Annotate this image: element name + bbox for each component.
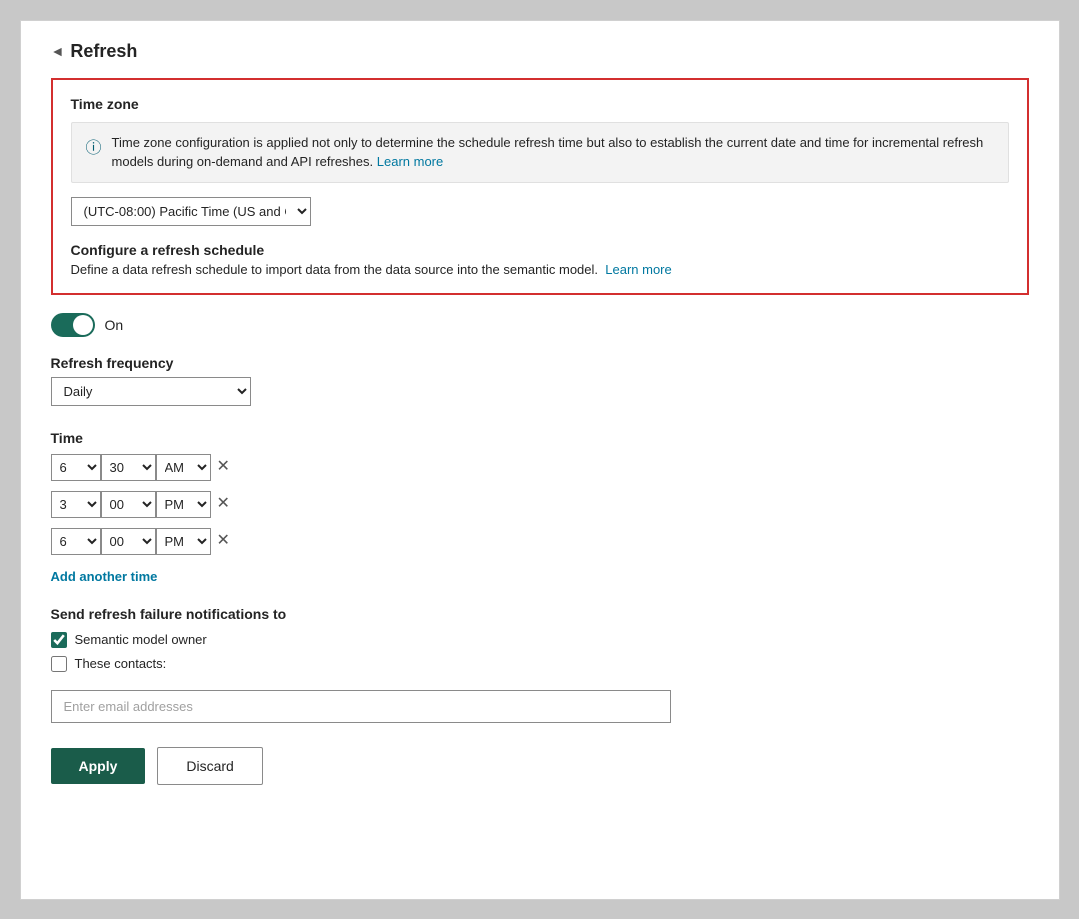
info-text: Time zone configuration is applied not o… — [112, 133, 994, 172]
remove-time-2[interactable]: ✕ — [211, 496, 236, 512]
time-row-1: 612345789101112 30001545 AMPM ✕ — [51, 454, 1029, 481]
collapse-icon[interactable]: ◄ — [51, 43, 65, 59]
button-row: Apply Discard — [51, 747, 1029, 785]
toggle-row: On — [51, 313, 1029, 337]
toggle-switch[interactable] — [51, 313, 95, 337]
checkbox-these-contacts: These contacts: — [51, 656, 1029, 672]
toggle-label: On — [105, 317, 124, 333]
timezone-learn-more-link[interactable]: Learn more — [377, 154, 443, 169]
refresh-panel: ◄ Refresh Time zone ⓘ Time zone configur… — [20, 20, 1060, 900]
page-title: Refresh — [70, 41, 137, 62]
email-input[interactable] — [51, 690, 671, 723]
time-row-3: 612345789101112 00153045 PMAM ✕ — [51, 528, 1029, 555]
page-title-row: ◄ Refresh — [51, 41, 1029, 62]
refresh-frequency-select[interactable]: Daily Weekly — [51, 377, 251, 406]
discard-button[interactable]: Discard — [157, 747, 262, 785]
timezone-label: Time zone — [71, 96, 1009, 112]
toggle-knob — [73, 315, 93, 335]
refresh-frequency-section: Refresh frequency Daily Weekly — [51, 355, 1029, 422]
checkbox-these-contacts-label[interactable]: These contacts: — [75, 656, 167, 671]
time-row-2: 312456789101112 00153045 PMAM ✕ — [51, 491, 1029, 518]
notifications-label: Send refresh failure notifications to — [51, 606, 1029, 622]
notifications-section: Send refresh failure notifications to Se… — [51, 606, 1029, 747]
time-hour-3[interactable]: 612345789101112 — [51, 528, 101, 555]
time-section: Time 612345789101112 30001545 AMPM ✕ 312… — [51, 430, 1029, 555]
checkbox-semantic-owner-input[interactable] — [51, 632, 67, 648]
configure-learn-more-link[interactable]: Learn more — [605, 262, 671, 277]
configure-label: Configure a refresh schedule — [71, 242, 1009, 258]
checkbox-semantic-owner-label[interactable]: Semantic model owner — [75, 632, 207, 647]
time-ampm-1[interactable]: AMPM — [156, 454, 211, 481]
remove-time-1[interactable]: ✕ — [211, 459, 236, 475]
time-hour-2[interactable]: 312456789101112 — [51, 491, 101, 518]
time-ampm-2[interactable]: PMAM — [156, 491, 211, 518]
time-minute-3[interactable]: 00153045 — [101, 528, 156, 555]
info-box: ⓘ Time zone configuration is applied not… — [71, 122, 1009, 183]
configure-desc: Define a data refresh schedule to import… — [71, 262, 1009, 277]
add-time-link[interactable]: Add another time — [51, 569, 158, 584]
time-label: Time — [51, 430, 1029, 446]
time-minute-2[interactable]: 00153045 — [101, 491, 156, 518]
remove-time-3[interactable]: ✕ — [211, 533, 236, 549]
time-hour-1[interactable]: 612345789101112 — [51, 454, 101, 481]
timezone-select[interactable]: (UTC-08:00) Pacific Time (US and Can (UT… — [71, 197, 311, 226]
info-icon: ⓘ — [86, 134, 102, 158]
checkbox-these-contacts-input[interactable] — [51, 656, 67, 672]
timezone-section: Time zone ⓘ Time zone configuration is a… — [51, 78, 1029, 295]
apply-button[interactable]: Apply — [51, 748, 146, 784]
time-ampm-3[interactable]: PMAM — [156, 528, 211, 555]
refresh-frequency-label: Refresh frequency — [51, 355, 1029, 371]
time-minute-1[interactable]: 30001545 — [101, 454, 156, 481]
checkbox-semantic-owner: Semantic model owner — [51, 632, 1029, 648]
